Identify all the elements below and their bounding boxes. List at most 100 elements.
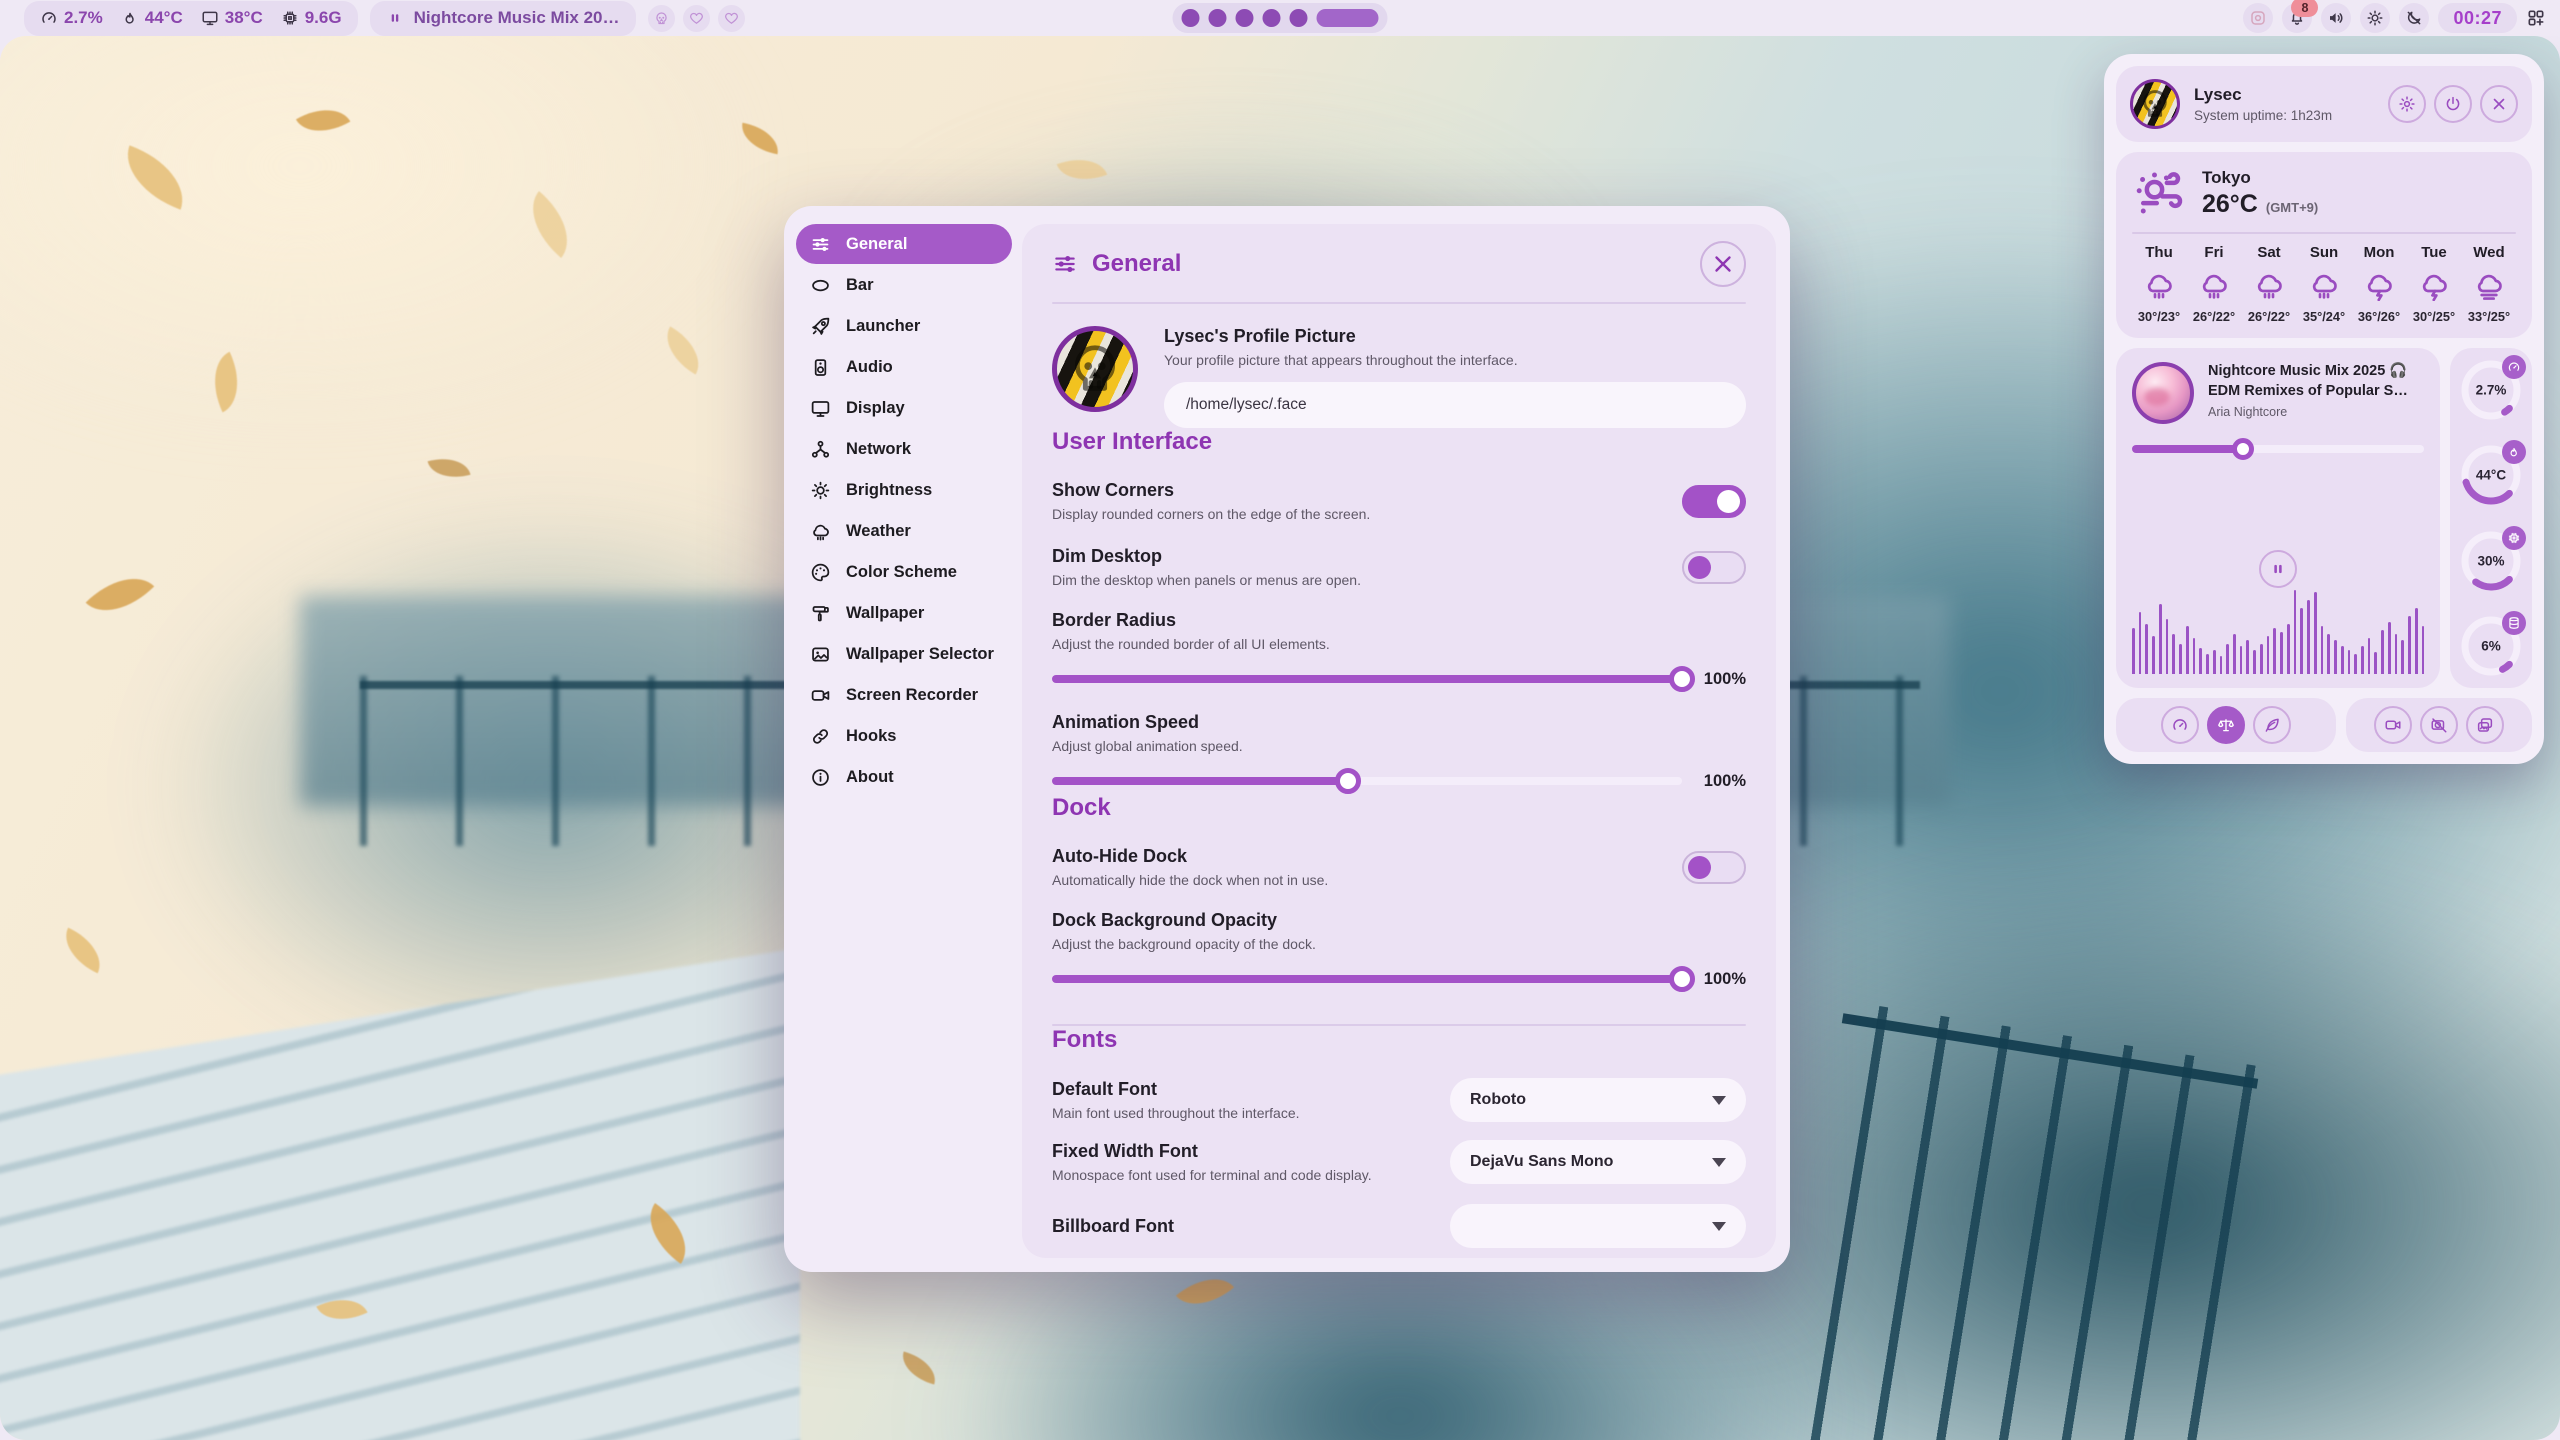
clipped-font-dropdown[interactable] (1450, 1204, 1746, 1248)
sidebar-item-bar[interactable]: Bar (796, 265, 1012, 305)
workspace-active[interactable] (1317, 9, 1379, 27)
sidebar-item-weather[interactable]: Weather (796, 511, 1012, 551)
clock[interactable]: 00:27 (2438, 3, 2517, 33)
sidebar-item-brightness[interactable]: Brightness (796, 470, 1012, 510)
skull-icon (654, 11, 669, 26)
dock-opacity-slider[interactable] (1052, 966, 1682, 992)
media-pill[interactable]: Nightcore Music Mix 20… (370, 1, 636, 36)
db-icon (2507, 616, 2521, 630)
profile-avatar[interactable] (1052, 326, 1138, 412)
sidebar-item-screen-recorder[interactable]: Screen Recorder (796, 675, 1012, 715)
palette-icon (810, 562, 831, 583)
flame-icon (2507, 445, 2521, 459)
sidebar-item-color-scheme[interactable]: Color Scheme (796, 552, 1012, 592)
animation-speed-slider[interactable] (1052, 768, 1682, 794)
weather-card: Tokyo 26°C (GMT+9) Thu 30°/23° Fri 26°/2… (2116, 152, 2532, 338)
sidebar-item-general[interactable]: General (796, 224, 1012, 264)
leaf-decoration (86, 560, 155, 629)
weather-city: Tokyo (2202, 168, 2318, 188)
camera-off-icon (2430, 716, 2448, 734)
power-profile-scales-button[interactable] (2207, 706, 2245, 744)
border-radius-slider[interactable] (1052, 666, 1682, 692)
gallery-button[interactable] (2466, 706, 2504, 744)
sidebar-item-audio[interactable]: Audio (796, 347, 1012, 387)
sidebar-item-display[interactable]: Display (796, 388, 1012, 428)
settings-content: General Lysec's Profile Picture Your pro… (1022, 224, 1776, 1258)
workspace-dot[interactable] (1182, 9, 1200, 27)
sidebar-item-network[interactable]: Network (796, 429, 1012, 469)
track-progress-slider[interactable] (2132, 438, 2424, 540)
workspace-dot[interactable] (1209, 9, 1227, 27)
power-icon (2444, 95, 2462, 113)
notifications-button[interactable]: 8 (2282, 3, 2312, 33)
power-profile-leaf-button[interactable] (2253, 706, 2291, 744)
profile-title: Lysec's Profile Picture (1164, 326, 1746, 347)
setting-label: Border Radius (1052, 610, 1746, 631)
viz-bar (2226, 644, 2229, 674)
sidebar-item-about[interactable]: About (796, 757, 1012, 797)
viz-bar (2395, 634, 2398, 674)
gear-button[interactable] (2388, 85, 2426, 123)
volume-button[interactable] (2321, 3, 2351, 33)
sidebar-item-wallpaper-selector[interactable]: Wallpaper Selector (796, 634, 1012, 674)
link-icon (810, 726, 831, 747)
system-stats-pill: 2.7%44°C38°C9.6G (24, 1, 358, 36)
workspace-dot[interactable] (1236, 9, 1254, 27)
workspace-dot[interactable] (1290, 9, 1308, 27)
sidebar-item-label: Color Scheme (846, 563, 957, 582)
tray-app-icon[interactable] (2243, 3, 2273, 33)
bar-toggle-heart[interactable] (683, 5, 710, 32)
gauge-badge (2502, 355, 2526, 379)
viz-bar (2280, 632, 2283, 674)
section-fonts: Fonts (1052, 1026, 1746, 1054)
fixed-font-dropdown[interactable]: DejaVu Sans Mono (1450, 1140, 1746, 1184)
setting-label: Animation Speed (1052, 712, 1746, 733)
workspace-dot[interactable] (1263, 9, 1281, 27)
weather-forecast: Thu 30°/23° Fri 26°/22° Sat 26°/22° Sun … (2132, 244, 2516, 324)
bar-toggle-skull[interactable] (648, 5, 675, 32)
pause-button[interactable] (2259, 550, 2297, 588)
default-font-dropdown[interactable]: Roboto (1450, 1078, 1746, 1122)
night-light-button[interactable] (2399, 3, 2429, 33)
setting-row-fixed-font: Fixed Width Font Monospace font used for… (1052, 1140, 1746, 1184)
auto-hide-dock-toggle[interactable] (1682, 851, 1746, 884)
leaf-decoration (428, 451, 471, 484)
close-button[interactable] (1700, 241, 1746, 287)
show-corners-toggle[interactable] (1682, 485, 1746, 518)
profile-path-input[interactable] (1164, 382, 1746, 428)
brightness-button[interactable] (2360, 3, 2390, 33)
setting-label: Default Font (1052, 1079, 1300, 1100)
apps-grid-icon[interactable] (2526, 8, 2546, 28)
divider (2132, 232, 2516, 234)
gauge-icon (40, 9, 58, 27)
profile-picture-row: Lysec's Profile Picture Your profile pic… (1052, 326, 1746, 428)
user-buttons (2388, 85, 2518, 123)
videocam-button[interactable] (2374, 706, 2412, 744)
forecast-day-wed: Wed 33°/25° (2462, 244, 2516, 324)
sidebar-item-label: Network (846, 440, 911, 459)
dim-desktop-toggle[interactable] (1682, 551, 1746, 584)
bar-toggle-heart[interactable] (718, 5, 745, 32)
sidebar-item-wallpaper[interactable]: Wallpaper (796, 593, 1012, 633)
sidebar-item-launcher[interactable]: Launcher (796, 306, 1012, 346)
viz-bar (2361, 646, 2364, 674)
screen: { "colors": { "accent": "#a55ac8", "acce… (0, 0, 2560, 1440)
power-profile-gauge-button[interactable] (2161, 706, 2199, 744)
weather-timezone: (GMT+9) (2266, 200, 2318, 215)
viz-bar (2199, 648, 2202, 674)
camera-off-button[interactable] (2420, 706, 2458, 744)
viz-bar (2233, 634, 2236, 674)
flame-icon (121, 9, 139, 27)
viz-bar (2287, 624, 2290, 674)
chip-icon (2507, 531, 2521, 545)
forecast-day-sat: Sat 26°/22° (2242, 244, 2296, 324)
session-close-button[interactable] (2480, 85, 2518, 123)
leaf-decoration (56, 928, 110, 973)
sidebar-item-hooks[interactable]: Hooks (796, 716, 1012, 756)
setting-row-default-font: Default Font Main font used throughout t… (1052, 1078, 1746, 1122)
power-button[interactable] (2434, 85, 2472, 123)
utilities-group (2346, 698, 2532, 752)
workspace-indicator[interactable] (1173, 3, 1388, 33)
viz-bar (2253, 650, 2256, 674)
forecast-day-tue: Tue 30°/25° (2407, 244, 2461, 324)
